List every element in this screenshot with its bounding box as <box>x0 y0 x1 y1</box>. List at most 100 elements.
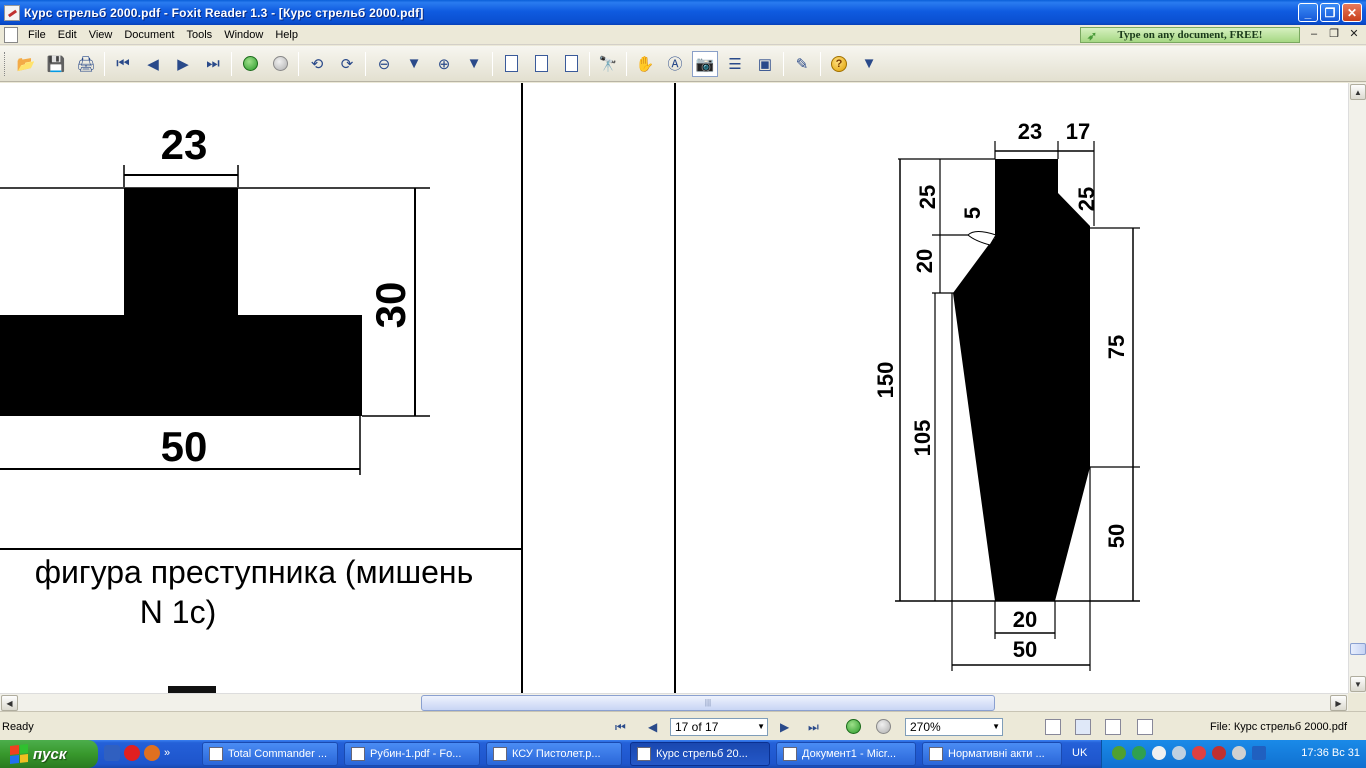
facing-view-icon[interactable] <box>1105 719 1121 735</box>
zoom-out-dropdown-icon[interactable]: ▼ <box>401 51 427 77</box>
taskbar-button-kurs-strelb[interactable]: Курс стрельб 20... <box>630 742 770 766</box>
help-dropdown-icon[interactable]: ▼ <box>856 51 882 77</box>
toolbar-separator <box>783 51 784 76</box>
dim-label: 5 <box>960 207 985 219</box>
doc-restore-button[interactable]: ❐ <box>1326 27 1342 42</box>
zoom-out-icon[interactable]: ⊖ <box>371 51 397 77</box>
document-view[interactable]: 23 30 50 фигура преступника (мишень N 1с… <box>0 83 1348 693</box>
tray-icon[interactable] <box>1212 746 1226 760</box>
zoom-in-dropdown-icon[interactable]: ▼ <box>461 51 487 77</box>
dim-label: 25 <box>1074 187 1099 211</box>
find-binoculars-icon[interactable]: 🔭 <box>595 51 621 77</box>
previous-page-nav-icon[interactable]: ◀ <box>648 720 657 734</box>
system-tray: 17:36 Вс 31 <box>1101 740 1366 768</box>
doc-minimize-button[interactable]: – <box>1306 27 1322 42</box>
tray-icon[interactable] <box>1172 746 1186 760</box>
menu-help[interactable]: Help <box>269 29 304 41</box>
network-icon[interactable] <box>1192 746 1206 760</box>
minimize-button[interactable]: _ <box>1298 3 1318 22</box>
vertical-scroll-thumb[interactable] <box>1350 643 1366 655</box>
bookmarks-panel-icon[interactable]: ☰ <box>722 51 748 77</box>
snapshot-icon[interactable]: 📷 <box>692 50 718 77</box>
back-nav-icon[interactable] <box>846 719 861 737</box>
first-page-nav-icon[interactable]: ⏮ <box>615 720 626 735</box>
first-page-icon[interactable]: ⏮ <box>110 51 136 77</box>
zoom-level-field[interactable]: 270% ▼ <box>905 718 1003 736</box>
scroll-down-arrow-icon[interactable]: ▼ <box>1350 676 1366 692</box>
scroll-left-arrow-icon[interactable]: ◀ <box>1 695 18 711</box>
vertical-scrollbar[interactable]: ▲ ▼ <box>1348 83 1366 693</box>
firefox-icon[interactable] <box>144 745 160 761</box>
fit-width-icon[interactable] <box>558 51 584 77</box>
menu-window[interactable]: Window <box>218 29 269 41</box>
fit-page-icon[interactable] <box>528 51 554 77</box>
last-page-nav-icon[interactable]: ⏭ <box>808 720 819 735</box>
scroll-right-arrow-icon[interactable]: ▶ <box>1330 695 1347 711</box>
horizontal-scrollbar[interactable]: ◀ ||| ▶ <box>0 693 1348 711</box>
tray-icon[interactable] <box>1152 746 1166 760</box>
scroll-up-arrow-icon[interactable]: ▲ <box>1350 84 1366 100</box>
system-clock[interactable]: 17:36 Вс 31 <box>1301 747 1360 759</box>
single-page-view-icon[interactable] <box>1045 719 1061 735</box>
menu-view[interactable]: View <box>83 29 119 41</box>
restore-button[interactable]: ❐ <box>1320 3 1340 22</box>
windows-taskbar: пуск » Total Commander ... Рубин-1.pdf -… <box>0 740 1366 768</box>
document-icon[interactable] <box>4 26 18 43</box>
hand-tool-icon[interactable]: ✋ <box>632 51 658 77</box>
continuous-facing-view-icon[interactable] <box>1137 719 1153 735</box>
actual-size-icon[interactable] <box>498 51 524 77</box>
title-bar[interactable]: Курс стрельб 2000.pdf - Foxit Reader 1.3… <box>0 0 1366 25</box>
cropped-next-label <box>168 686 216 693</box>
opera-icon[interactable] <box>124 745 140 761</box>
taskbar-button-total-commander[interactable]: Total Commander ... <box>202 742 338 766</box>
toolbar-separator <box>298 51 299 76</box>
horizontal-scroll-thumb[interactable]: ||| <box>421 695 995 711</box>
typewriter-icon[interactable]: ✎ <box>789 51 815 77</box>
rotate-counterclockwise-icon[interactable]: ⟲ <box>304 51 330 77</box>
menu-edit[interactable]: Edit <box>52 29 83 41</box>
taskbar-button-document1[interactable]: Документ1 - Micr... <box>776 742 916 766</box>
zoom-in-icon[interactable]: ⊕ <box>431 51 457 77</box>
back-icon[interactable] <box>237 51 263 77</box>
page-number-field[interactable]: 17 of 17 ▼ <box>670 718 768 736</box>
print-icon[interactable]: 🖨 <box>73 51 99 77</box>
doc-close-button[interactable]: ✕ <box>1346 27 1362 42</box>
taskbar-button-normativni[interactable]: Нормативні акти ... <box>922 742 1062 766</box>
quick-launch-app-icon[interactable] <box>104 745 120 761</box>
close-button[interactable]: ✕ <box>1342 3 1362 22</box>
promo-banner[interactable]: ➶ Type on any document, FREE! <box>1080 27 1300 43</box>
text-select-icon[interactable]: Ⓐ <box>662 51 688 77</box>
last-page-icon[interactable]: ⏭ <box>200 51 226 77</box>
forward-nav-icon[interactable] <box>876 719 891 737</box>
taskbar-button-ksu[interactable]: КСУ Пистолет.p... <box>486 742 622 766</box>
thumbnails-panel-icon[interactable]: ▣ <box>752 51 778 77</box>
file-name-label: File: Курс стрельб 2000.pdf <box>1210 721 1348 733</box>
toolbar-separator <box>820 51 821 76</box>
tray-icon[interactable] <box>1112 746 1126 760</box>
start-button[interactable]: пуск <box>0 740 98 768</box>
figure-caption-line2: N 1с) <box>140 594 216 630</box>
toolbar-grip[interactable] <box>4 51 7 76</box>
menu-tools[interactable]: Tools <box>181 29 219 41</box>
tray-icon[interactable] <box>1252 746 1266 760</box>
page-dropdown-icon[interactable]: ▼ <box>757 719 765 735</box>
open-icon[interactable]: 📂 <box>13 51 39 77</box>
continuous-view-icon[interactable] <box>1075 719 1091 735</box>
taskbar-button-rubin[interactable]: Рубин-1.pdf - Fo... <box>344 742 480 766</box>
help-icon[interactable]: ? <box>826 51 852 77</box>
rotate-clockwise-icon[interactable]: ⟳ <box>334 51 360 77</box>
quick-launch-expand-icon[interactable]: » <box>164 747 170 759</box>
menu-file[interactable]: File <box>22 29 52 41</box>
volume-icon[interactable] <box>1232 746 1246 760</box>
forward-icon[interactable] <box>267 51 293 77</box>
save-icon[interactable]: 💾 <box>43 51 69 77</box>
menu-document[interactable]: Document <box>118 29 180 41</box>
tray-icon[interactable] <box>1132 746 1146 760</box>
next-page-nav-icon[interactable]: ▶ <box>780 720 789 734</box>
next-page-icon[interactable]: ▶ <box>170 51 196 77</box>
language-indicator[interactable]: UK <box>1072 747 1087 759</box>
dim-label: 30 <box>367 282 414 329</box>
zoom-dropdown-icon[interactable]: ▼ <box>992 719 1000 735</box>
previous-page-icon[interactable]: ◀ <box>140 51 166 77</box>
foxit-app-icon[interactable] <box>4 4 20 21</box>
